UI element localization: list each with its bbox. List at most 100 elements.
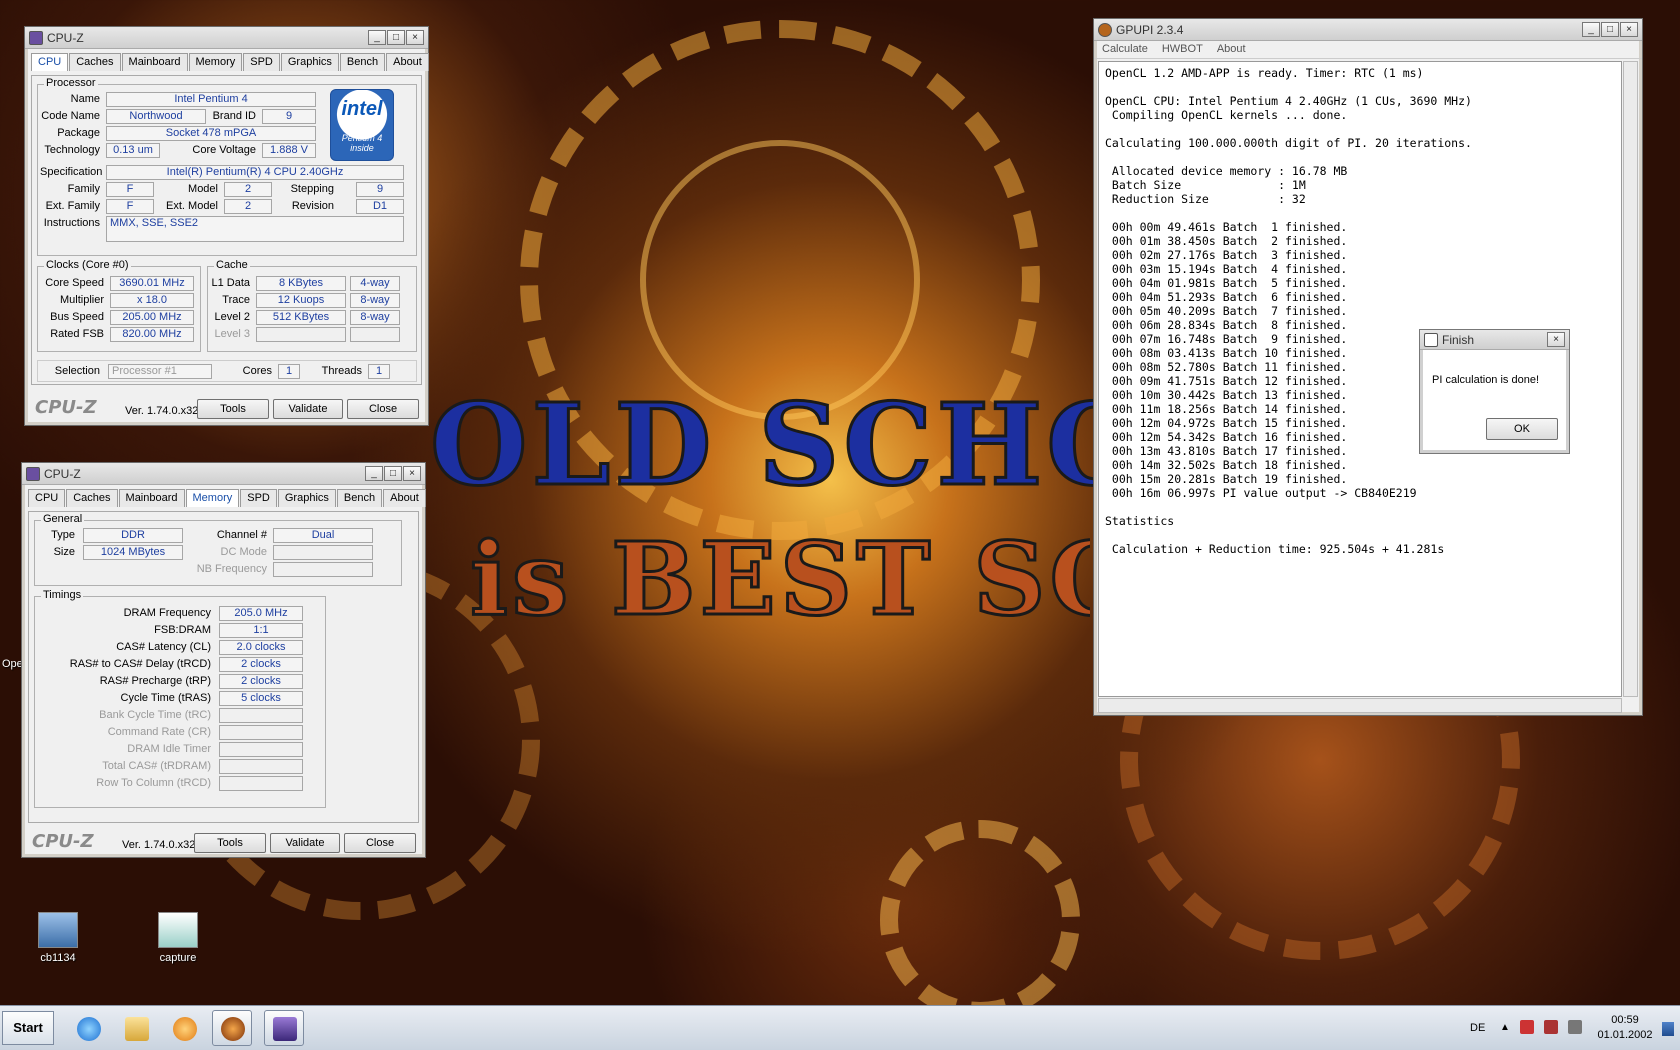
tools-button[interactable]: Tools [197,399,269,419]
desktop-icon-capture[interactable]: capture [138,912,218,964]
cpu-tab-panel: Processor Name Intel Pentium 4 Code Name… [31,75,422,385]
tab-memory[interactable]: Memory [185,489,240,507]
console-line: Batch Size : 1M [1105,178,1306,192]
field-label: Stepping [290,183,334,195]
taskbar-internet-explorer[interactable] [68,1010,108,1046]
start-label: Start [13,1020,43,1035]
menu-hwbot[interactable]: HWBOT [1162,43,1203,56]
tab-cpu[interactable]: CPU [31,53,69,71]
tab-spd[interactable]: SPD [240,489,277,507]
menu-about[interactable]: About [1217,43,1246,56]
console-line: 00h 03m 15.194s Batch 4 finished. [1105,262,1348,276]
maximize-button[interactable]: □ [384,466,402,481]
intel-pentium4-logo: intel Pentium 4 inside [330,89,394,161]
close-button[interactable]: Close [344,833,416,853]
taskbar-file-explorer[interactable] [116,1010,156,1046]
close-window-button[interactable]: × [1620,22,1638,37]
window-title: CPU-Z [47,30,84,45]
row-to-column-value [219,776,303,791]
cpuz-memory-window: CPU-Z _ □ × CPU Caches Mainboard Memory … [21,462,426,858]
technology-value: 0.13 um [106,143,160,158]
close-button[interactable]: Close [347,399,419,419]
l3-cache-size [256,327,346,342]
trp-value: 2 clocks [219,674,303,689]
tab-caches[interactable]: Caches [66,489,118,507]
tab-bench[interactable]: Bench [339,53,386,71]
minimize-button[interactable]: _ [1582,22,1600,37]
dialog-app-icon [1424,332,1438,347]
start-button[interactable]: Start [2,1011,54,1045]
cpuz-app-icon [29,30,43,45]
field-label: Specification [40,166,103,178]
field-label: Level 3 [214,328,250,340]
desktop-partial-label: Ope [2,658,23,670]
tab-cpu[interactable]: CPU [28,489,66,507]
bus-speed-value: 205.00 MHz [110,310,194,325]
window-title: GPUPI 2.3.4 [1116,22,1184,37]
tab-mainboard[interactable]: Mainboard [118,489,185,507]
timing-label: Row To Column (tRCD) [96,777,211,789]
tab-about[interactable]: About [383,489,426,507]
minimize-button[interactable]: _ [368,30,386,45]
action-center-icon[interactable] [1568,1020,1582,1034]
media-player-icon [173,1017,197,1041]
network-icon[interactable] [1544,1020,1558,1034]
title-bar[interactable]: GPUPI 2.3.4 _ □ × [1094,19,1642,41]
language-indicator[interactable]: DE [1470,1006,1485,1050]
field-label: Code Name [41,110,100,122]
console-line: 00h 05m 40.209s Batch 7 finished. [1105,304,1348,318]
vertical-scrollbar[interactable] [1623,61,1638,697]
taskbar-gpupi[interactable] [212,1010,252,1046]
field-label: Cores [242,365,272,377]
timing-label: RAS# Precharge (tRP) [99,675,211,687]
title-bar[interactable]: CPU-Z _ □ × [25,27,428,49]
ok-button[interactable]: OK [1486,418,1558,440]
console-line: 00h 14m 32.502s Batch 18 finished. [1105,458,1348,472]
show-desktop-button[interactable] [1662,1022,1674,1036]
logo-brand: intel [341,98,383,120]
validate-button[interactable]: Validate [273,399,343,419]
tab-bench[interactable]: Bench [336,489,383,507]
version-label: Ver. 1.74.0.x32 [122,839,196,851]
core-voltage-value: 1.888 V [262,143,316,158]
processor-select[interactable]: Processor #1 [108,364,212,379]
taskbar: Start DE ▲ 00:59 01.01.2002 [0,1005,1680,1050]
tray-icons[interactable]: ▲ [1500,1006,1590,1050]
close-window-button[interactable]: × [403,466,421,481]
group-title: Timings [41,589,84,601]
taskbar-media-player[interactable] [164,1010,204,1046]
close-window-button[interactable]: × [1547,332,1565,347]
processor-name-value: Intel Pentium 4 [106,92,316,107]
cores-value: 1 [278,364,300,379]
title-bar[interactable]: CPU-Z _ □ × [22,463,425,485]
close-window-button[interactable]: × [406,30,424,45]
minimize-button[interactable]: _ [365,466,383,481]
field-label: Type [51,529,75,541]
tab-memory[interactable]: Memory [188,53,243,71]
command-rate-value [219,725,303,740]
revision-value: D1 [356,199,404,214]
tab-caches[interactable]: Caches [69,53,121,71]
dialog-title-bar[interactable]: Finish × [1420,330,1569,350]
desktop-icon-cb1134[interactable]: cb1134 [18,912,98,964]
menu-calculate[interactable]: Calculate [1102,43,1148,56]
maximize-button[interactable]: □ [387,30,405,45]
tab-spd[interactable]: SPD [243,53,280,71]
tab-graphics[interactable]: Graphics [277,489,336,507]
model-value: 2 [224,182,272,197]
validate-button[interactable]: Validate [270,833,340,853]
tab-mainboard[interactable]: Mainboard [121,53,188,71]
tab-graphics[interactable]: Graphics [280,53,339,71]
chevron-up-icon[interactable]: ▲ [1500,1022,1510,1033]
tab-about[interactable]: About [386,53,429,71]
tools-button[interactable]: Tools [194,833,266,853]
group-title: Clocks (Core #0) [44,259,131,271]
maximize-button[interactable]: □ [1601,22,1619,37]
nb-frequency-value [273,562,373,577]
volume-muted-icon[interactable] [1520,1020,1534,1034]
taskbar-cpu-z[interactable] [264,1010,304,1046]
clock[interactable]: 00:59 01.01.2002 [1594,1006,1656,1050]
horizontal-scrollbar[interactable] [1098,698,1622,713]
tab-bar: CPU Caches Mainboard Memory SPD Graphics… [22,485,426,507]
